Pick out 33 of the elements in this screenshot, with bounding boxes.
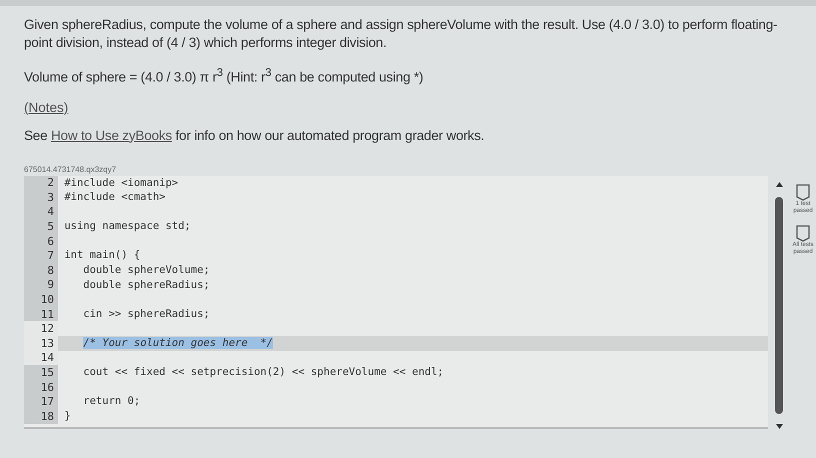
code-line: #include <iomanip> [63,176,180,190]
line-number: 8 [24,263,58,278]
line-number: 18 [24,409,58,424]
line-number: 16 [24,380,58,394]
scroll-up-icon[interactable] [776,182,783,186]
code-line: #include <cmath> [63,190,166,205]
code-line: using namespace std; [63,219,192,234]
line-number: 7 [24,248,58,264]
code-line: int main() { [63,248,142,264]
instruction-text: Given sphereRadius, compute the volume of a sphere and assign sphereVolume with the result. Use (4.0 / 3.0) to perform floating-point division, instead of (4 / 3) which performs integer division. [24,16,778,52]
line-number: 17 [24,394,58,409]
help-text: See How to Use zyBooks for info on how our automated program grader works. [24,128,484,142]
file-id: 675014.4731748.qx3zqy7 [24,164,118,174]
line-number: 9 [24,278,58,292]
help-link[interactable]: How to Use zyBooks [50,128,172,142]
code-line: cin >> sphereRadius; [82,306,211,322]
code-line: return 0; [82,394,142,409]
line-number: 10 [24,292,58,307]
line-number: 15 [24,365,58,380]
line-number: 5 [24,219,58,234]
line-number: 13 [24,336,58,351]
scroll-down-icon[interactable] [776,424,783,429]
code-line: cout << fixed << setprecision(2) << sphereVolume << endl; [82,365,445,380]
instruction-text: Volume of sphere = (4.0 / 3.0) π r$^{3}$ (Hint: r$^{3}$ can be computed using *) [24,66,424,86]
code-line: } [63,409,72,424]
line-number: 6 [24,234,58,248]
line-number: 2 [24,176,58,190]
line-number: 3 [24,190,58,205]
notes-link[interactable]: (Notes) [24,100,68,114]
line-number: 11 [24,306,58,322]
line-number: 4 [24,204,58,220]
code-line: double sphereRadius; [82,278,211,292]
code-line: double sphereVolume; [82,263,211,278]
